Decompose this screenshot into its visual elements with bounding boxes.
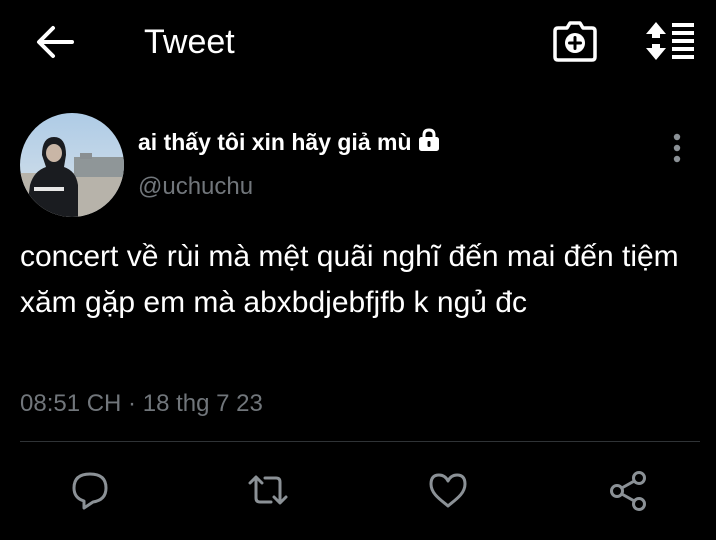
camera-plus-icon bbox=[553, 21, 597, 62]
tweet-text: concert về rùi mà mệt quãi nghĩ đến mai … bbox=[20, 240, 679, 319]
tweet-timestamp[interactable]: 08:51 CH · 18 thg 7 23 bbox=[20, 388, 263, 420]
like-button[interactable] bbox=[426, 468, 470, 512]
author-handle[interactable]: @uchuchu bbox=[138, 171, 253, 203]
reply-icon bbox=[72, 472, 108, 510]
share-icon bbox=[610, 471, 646, 511]
author-display-name-text: ai thấy tôi xin hãy giả mù bbox=[138, 129, 412, 155]
avatar[interactable] bbox=[20, 113, 124, 217]
more-options-button[interactable] bbox=[664, 132, 690, 164]
back-button[interactable] bbox=[34, 22, 76, 62]
like-icon bbox=[429, 473, 467, 508]
top-bar: Tweet bbox=[0, 0, 716, 86]
share-button[interactable] bbox=[606, 468, 650, 512]
retweet-icon bbox=[248, 475, 288, 505]
sort-list-icon bbox=[646, 22, 694, 60]
more-vertical-icon bbox=[673, 133, 681, 163]
author-display-name[interactable]: ai thấy tôi xin hãy giả mù bbox=[138, 126, 442, 158]
back-arrow-icon bbox=[37, 26, 74, 58]
lock-icon bbox=[416, 127, 442, 153]
reply-button[interactable] bbox=[68, 468, 112, 512]
profile-photo bbox=[20, 113, 124, 217]
page-title: Tweet bbox=[144, 23, 235, 61]
divider bbox=[20, 441, 700, 442]
sort-toggle-button[interactable] bbox=[644, 20, 696, 62]
retweet-button[interactable] bbox=[246, 468, 290, 512]
camera-button[interactable] bbox=[552, 19, 598, 63]
